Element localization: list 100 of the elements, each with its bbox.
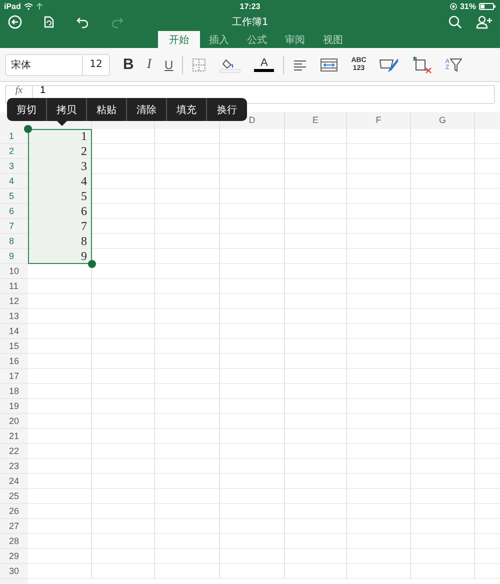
row-header[interactable]: 24 <box>0 474 28 489</box>
table-cell[interactable] <box>28 504 92 519</box>
table-cell[interactable] <box>347 174 411 189</box>
table-cell[interactable] <box>92 459 155 474</box>
table-cell[interactable] <box>347 519 411 534</box>
table-cell[interactable] <box>155 339 220 354</box>
menu-item[interactable]: 粘贴 <box>87 98 127 121</box>
table-cell[interactable] <box>92 324 155 339</box>
table-cell[interactable] <box>92 129 155 144</box>
row-header[interactable]: 23 <box>0 459 28 474</box>
table-cell[interactable] <box>347 489 411 504</box>
table-cell[interactable] <box>411 219 475 234</box>
table-cell[interactable] <box>155 204 220 219</box>
table-cell[interactable] <box>411 549 475 564</box>
merge-cells-icon[interactable] <box>320 58 338 72</box>
table-cell[interactable] <box>92 294 155 309</box>
row-header[interactable]: 14 <box>0 324 28 339</box>
table-cell[interactable]: 8 <box>28 234 92 249</box>
table-cell[interactable] <box>92 489 155 504</box>
row-header[interactable]: 5 <box>0 189 28 204</box>
table-cell[interactable] <box>220 174 285 189</box>
table-cell[interactable] <box>220 234 285 249</box>
table-cell[interactable]: 1 <box>28 129 92 144</box>
table-cell[interactable] <box>347 459 411 474</box>
table-cell[interactable] <box>347 534 411 549</box>
table-cell[interactable] <box>285 234 347 249</box>
table-cell[interactable] <box>285 489 347 504</box>
add-person-icon[interactable] <box>476 15 492 29</box>
table-cell[interactable]: 9 <box>28 249 92 264</box>
table-cell[interactable] <box>220 489 285 504</box>
table-cell[interactable] <box>92 189 155 204</box>
table-cell[interactable] <box>411 249 475 264</box>
bold-button[interactable]: B <box>123 56 134 73</box>
row-header[interactable]: 8 <box>0 234 28 249</box>
table-cell[interactable] <box>285 174 347 189</box>
table-cell[interactable] <box>155 399 220 414</box>
row-header[interactable]: 1 <box>0 129 28 144</box>
table-cell[interactable] <box>155 174 220 189</box>
table-cell[interactable] <box>92 354 155 369</box>
table-cell[interactable] <box>92 144 155 159</box>
row-header[interactable]: 29 <box>0 549 28 564</box>
row-header[interactable]: 4 <box>0 174 28 189</box>
table-cell[interactable] <box>220 204 285 219</box>
row-header[interactable]: 17 <box>0 369 28 384</box>
table-cell[interactable] <box>285 129 347 144</box>
table-cell[interactable] <box>220 369 285 384</box>
table-cell[interactable] <box>347 204 411 219</box>
table-cell[interactable] <box>285 219 347 234</box>
row-header[interactable]: 15 <box>0 339 28 354</box>
table-cell[interactable] <box>411 429 475 444</box>
table-cell[interactable] <box>285 534 347 549</box>
table-cell[interactable] <box>411 294 475 309</box>
font-picker[interactable]: 宋体 12 <box>5 54 110 76</box>
row-header[interactable]: 3 <box>0 159 28 174</box>
table-cell[interactable] <box>285 369 347 384</box>
table-cell[interactable] <box>155 189 220 204</box>
search-icon[interactable] <box>448 15 462 29</box>
row-header[interactable]: 6 <box>0 204 28 219</box>
table-cell[interactable] <box>285 354 347 369</box>
table-cell[interactable] <box>285 159 347 174</box>
table-cell[interactable] <box>285 189 347 204</box>
table-cell[interactable] <box>92 519 155 534</box>
table-cell[interactable] <box>411 129 475 144</box>
ribbon-tab[interactable]: 视图 <box>314 31 352 48</box>
table-cell[interactable] <box>285 384 347 399</box>
table-cell[interactable] <box>347 324 411 339</box>
table-cell[interactable] <box>220 279 285 294</box>
table-cell[interactable] <box>347 144 411 159</box>
column-header[interactable]: G <box>411 112 475 129</box>
table-cell[interactable] <box>411 519 475 534</box>
row-header[interactable]: 7 <box>0 219 28 234</box>
table-cell[interactable] <box>411 414 475 429</box>
table-cell[interactable] <box>28 489 92 504</box>
row-header[interactable]: 18 <box>0 384 28 399</box>
table-cell[interactable] <box>155 159 220 174</box>
table-cell[interactable] <box>92 444 155 459</box>
font-color-button[interactable]: A <box>254 57 274 72</box>
file-sync-icon[interactable] <box>42 15 56 29</box>
table-cell[interactable] <box>155 294 220 309</box>
table-cell[interactable] <box>220 354 285 369</box>
table-cell[interactable] <box>347 189 411 204</box>
table-cell[interactable] <box>220 249 285 264</box>
table-cell[interactable] <box>347 549 411 564</box>
table-cell[interactable] <box>155 549 220 564</box>
undo-icon[interactable] <box>76 15 90 29</box>
menu-item[interactable]: 剪切 <box>7 98 47 121</box>
table-cell[interactable] <box>347 129 411 144</box>
table-cell[interactable] <box>347 339 411 354</box>
table-cell[interactable] <box>155 144 220 159</box>
table-cell[interactable] <box>220 159 285 174</box>
table-cell[interactable] <box>92 399 155 414</box>
column-header[interactable]: F <box>347 112 411 129</box>
table-cell[interactable] <box>411 399 475 414</box>
table-cell[interactable] <box>155 369 220 384</box>
selection-handle[interactable] <box>88 260 96 268</box>
row-header[interactable]: 11 <box>0 279 28 294</box>
table-cell[interactable] <box>411 564 475 579</box>
table-cell[interactable] <box>28 384 92 399</box>
table-cell[interactable] <box>220 294 285 309</box>
table-cell[interactable] <box>220 324 285 339</box>
